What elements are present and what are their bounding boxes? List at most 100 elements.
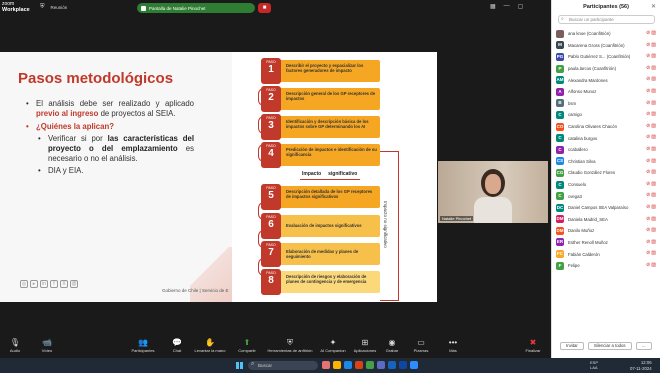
chat-icon: 💬 xyxy=(172,338,182,347)
participant-row[interactable]: C Consuelo ⊘▨ xyxy=(556,179,657,191)
step-number: 2 xyxy=(268,92,274,103)
screen-share-banner[interactable]: Pantalla de Natalie Pinochet xyxy=(137,3,255,13)
shield-icon[interactable]: ⛨ xyxy=(40,4,45,11)
record-button[interactable]: ◉ Grabar xyxy=(377,337,407,353)
avatar: P xyxy=(556,64,564,73)
participant-row[interactable]: DC Daniel Campos SEA Valparaíso ⊘▨ xyxy=(556,202,657,214)
participant-row[interactable]: DM Danilo Muñoz ⊘▨ xyxy=(556,225,657,237)
slide-title: Pasos metodológicos xyxy=(18,70,174,87)
slide-footer: Gobierno de Chile | Servicio de E xyxy=(162,288,229,293)
avatar: CG xyxy=(556,168,564,177)
participant-name: paola.larcos (Coanfitrión) xyxy=(568,66,617,72)
taskbar-search[interactable]: Buscar xyxy=(248,360,318,370)
host-tools-button[interactable]: ⛨ Herramientas de anfitrión xyxy=(262,337,318,353)
windows-icon[interactable] xyxy=(236,362,243,369)
step-text: Describir el proyecto y espacializar los… xyxy=(286,63,364,73)
step-5: PASO 5 Descripción detallada de los GP re… xyxy=(261,184,380,210)
participant-row[interactable]: CO Carolina Olivares Chacón ⊘▨ xyxy=(556,121,657,133)
participant-row[interactable]: Ccvega3 ⊘▨ xyxy=(556,190,657,202)
ai-companion-button[interactable]: ✦ AI Companion xyxy=(316,337,350,353)
video-label: Vídeo xyxy=(41,348,53,353)
avatar: A xyxy=(556,87,564,96)
search-placeholder: Buscar un participante xyxy=(569,17,614,22)
close-icon[interactable]: ✕ xyxy=(651,3,656,10)
avatar: C xyxy=(556,134,564,143)
bullet-analysis: El análisis debe ser realizado y aplicad… xyxy=(26,99,194,119)
muted-mic-icon: ⊘▨ xyxy=(646,53,657,60)
language-indicator[interactable]: ESP LAA xyxy=(590,360,598,370)
webcam-video[interactable]: Natalie Pinochet xyxy=(438,161,548,223)
participant-name: Claudio González Flores xyxy=(568,170,616,176)
participant-row[interactable]: Ccatalina burgos ⊘▨ xyxy=(556,132,657,144)
avatar: DM xyxy=(556,226,564,235)
stop-share-button[interactable]: ■ xyxy=(258,3,271,13)
participant-name: catalina burgos xyxy=(568,135,598,141)
avatar: CO xyxy=(556,122,564,131)
participant-search-input[interactable]: Buscar un participante xyxy=(558,15,655,24)
muted-mic-icon: ⊘▨ xyxy=(646,203,657,210)
raise-hand-button[interactable]: ✋ Levantar la mano xyxy=(190,337,230,353)
folder-icon[interactable] xyxy=(333,361,341,369)
minimize-icon[interactable]: — xyxy=(504,3,510,10)
audio-label: Audio xyxy=(9,348,21,353)
sub-bullet-text: Verificar si por xyxy=(48,134,108,143)
mute-all-button[interactable]: Silenciar a todos xyxy=(587,342,632,350)
bullet-text-end: de proyectos al SEIA. xyxy=(98,109,176,118)
slide-bullets: El análisis debe ser realizado y aplicad… xyxy=(26,99,194,176)
clock[interactable]: 12:06 07-11-2024 xyxy=(630,360,652,371)
muted-mic-icon: ⊘▨ xyxy=(646,250,657,257)
participant-row[interactable]: F Felipe ⊘▨ xyxy=(556,260,657,272)
participant-row[interactable]: CG Claudio González Flores ⊘▨ xyxy=(556,167,657,179)
participant-row[interactable]: PG Pablo Gutiérrez S... (Coanfitrión) ⊘▨ xyxy=(556,51,657,63)
participant-name: ana knoe (Coanfitrión) xyxy=(568,31,611,37)
participant-name: bsm xyxy=(568,100,577,106)
instagram-icon: ◎ xyxy=(20,280,28,288)
sparkle-icon: ✦ xyxy=(329,338,337,347)
view-icon[interactable]: ▦ xyxy=(490,3,496,10)
participants-panel: Participantes (56) ✕ Buscar un participa… xyxy=(551,0,660,373)
outlook-icon[interactable] xyxy=(399,361,407,369)
avatar: B xyxy=(556,99,564,108)
participant-row[interactable]: ER Esther Renoll Muñoz ⊘▨ xyxy=(556,237,657,249)
share-button[interactable]: ⬆ Compartir xyxy=(232,337,262,353)
avatar: DM xyxy=(556,215,564,224)
participant-row[interactable]: A Alfonso Munoz ⊘▨ xyxy=(556,86,657,98)
facebook-icon: f xyxy=(50,280,58,288)
step-number: 6 xyxy=(268,219,274,230)
participants-button[interactable]: 👥 Participantes xyxy=(125,337,161,353)
person-body xyxy=(474,197,512,223)
participant-row[interactable]: Ccamigo ⊘▨ xyxy=(556,109,657,121)
maximize-icon[interactable]: ▢ xyxy=(518,3,524,10)
participant-row[interactable]: Cccaballero ⊘▨ xyxy=(556,144,657,156)
more-button[interactable]: ••• Más xyxy=(438,337,468,353)
teams-icon[interactable] xyxy=(377,361,385,369)
youtube-icon: ▸ xyxy=(30,280,38,288)
participant-row[interactable]: Ppaola.larcos (Coanfitrión) ⊘▨ xyxy=(556,63,657,75)
participant-row[interactable]: FC Fabián Calderón ⊘▨ xyxy=(556,248,657,260)
participant-row[interactable]: AM Alexandra Mardones ⊘▨ xyxy=(556,74,657,86)
end-button[interactable]: ✖ Finalizar xyxy=(518,337,548,353)
word-icon[interactable] xyxy=(388,361,396,369)
step-number: 4 xyxy=(268,148,274,159)
whiteboards-button[interactable]: ▭ Pizarras xyxy=(406,337,436,353)
taskbar-search-label: Buscar xyxy=(258,363,273,368)
video-button[interactable]: 📹 Vídeo xyxy=(32,337,62,353)
zoom-icon[interactable] xyxy=(410,361,418,369)
participant-name: cvega3 xyxy=(568,193,582,199)
more-button[interactable]: … xyxy=(635,342,652,350)
participant-row[interactable]: CS Christian Silva ⊘▨ xyxy=(556,156,657,168)
powerpoint-icon[interactable] xyxy=(355,361,363,369)
participant-name: Fabián Calderón xyxy=(568,251,600,257)
excel-icon[interactable] xyxy=(366,361,374,369)
participant-row[interactable]: DM Daniela Madrid_SEA ⊘▨ xyxy=(556,214,657,226)
participant-row[interactable]: M Macarena Gross (Coanfitrión) ⊘▨ xyxy=(556,40,657,52)
audio-button[interactable]: 🎙 Audio xyxy=(0,337,30,353)
avatar: ER xyxy=(556,238,564,247)
panel-footer: Invitar Silenciar a todos … xyxy=(552,342,660,350)
app-icon[interactable] xyxy=(322,361,330,369)
chat-button[interactable]: 💬 Chat xyxy=(162,337,192,353)
invite-button[interactable]: Invitar xyxy=(560,342,584,350)
participant-row[interactable]: Bbsm ⊘▨ xyxy=(556,98,657,110)
participant-row[interactable]: ana knoe (Coanfitrión) ⊘▨ xyxy=(556,28,657,40)
edge-icon[interactable] xyxy=(344,361,352,369)
